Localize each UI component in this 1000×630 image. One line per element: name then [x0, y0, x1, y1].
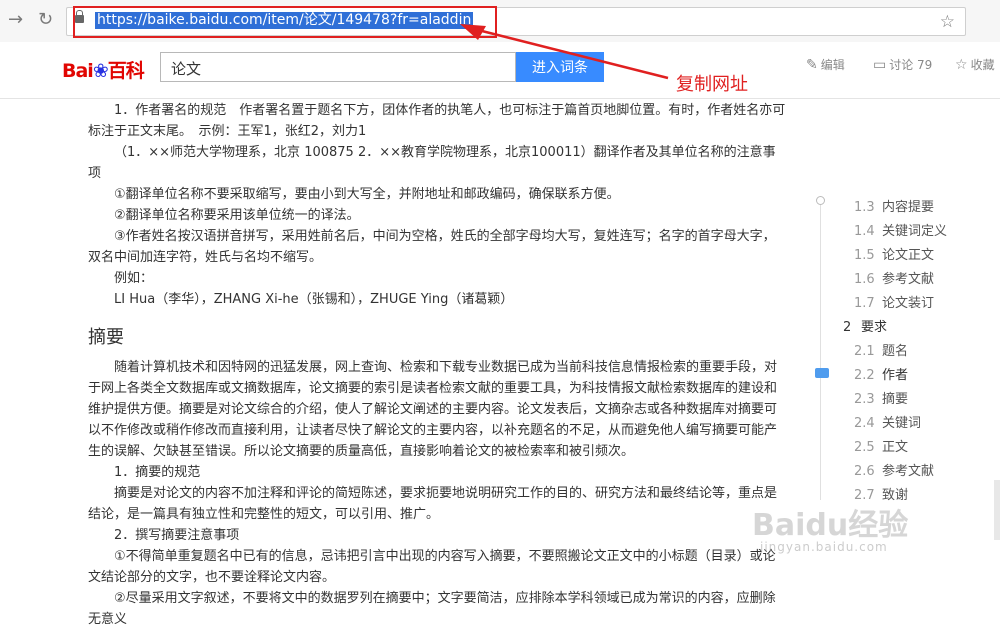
- paragraph: 摘要是对论文的内容不加注释和评论的简短陈述，要求扼要地说明研究工作的目的、研究方…: [88, 486, 778, 522]
- toc-num: 2.4: [854, 416, 875, 431]
- article-body: 1．作者署名的规范 作者署名置于题名下方，团体作者的执笔人，也可标注于篇首页地脚…: [88, 100, 788, 630]
- toc-label: 正文: [882, 440, 909, 455]
- toc-item[interactable]: 2.1 题名: [854, 340, 908, 359]
- copy-url-annotation: 复制网址: [676, 74, 748, 95]
- toc-current-marker: [815, 368, 829, 378]
- paragraph: 例如：: [114, 271, 154, 286]
- scrollbar[interactable]: [994, 480, 1000, 540]
- toc-num: 1.4: [854, 224, 875, 239]
- toc-track: [820, 200, 821, 500]
- toc-item[interactable]: 2.6 参考文献: [854, 460, 934, 479]
- toc-num: 1.6: [854, 272, 875, 287]
- toc-label: 关键词: [882, 416, 922, 431]
- toc-label: 作者: [882, 368, 909, 383]
- toc-item[interactable]: 2.4 关键词: [854, 412, 921, 431]
- paragraph: 1．作者署名的规范 作者署名置于题名下方，团体作者的执笔人，也可标注于篇首页地脚…: [88, 103, 786, 139]
- toc-item[interactable]: 1.7 论文装订: [854, 292, 934, 311]
- watermark: Baidu经验: [752, 508, 909, 543]
- paragraph: ①翻译单位名称不要采取缩写，要由小到大写全，并附地址和邮政编码，确保联系方便。: [114, 187, 620, 202]
- toc-label: 摘要: [882, 392, 909, 407]
- toc-label: 内容提要: [882, 200, 935, 215]
- toc-label: 参考文献: [882, 464, 935, 479]
- toc-item[interactable]: 2.3 摘要: [854, 388, 908, 407]
- annotation-arrow: [460, 24, 669, 80]
- paragraph: ②尽量采用文字叙述，不要将文中的数据罗列在摘要中；文字要简洁，应排除本学科领域已…: [88, 591, 776, 627]
- toc-label: 论文装订: [882, 296, 935, 311]
- subheading: 1．摘要的规范: [114, 465, 201, 480]
- paragraph: 随着计算机技术和因特网的迅猛发展，网上查询、检索和下载专业数据已成为当前科技信息…: [88, 360, 778, 459]
- toc-label: 题名: [882, 344, 909, 359]
- toc-num: 1.5: [854, 248, 875, 263]
- toc-start-dot: [816, 196, 825, 205]
- toc-num: 1.7: [854, 296, 875, 311]
- toc-item[interactable]: 1.3 内容提要: [854, 196, 934, 215]
- paragraph: ①不得简单重复题名中已有的信息，忌讳把引言中出现的内容写入摘要，不要照搬论文正文…: [88, 549, 776, 585]
- paragraph: （1．××师范大学物理系，北京 100875 2．××教育学院物理系，北京100…: [88, 145, 776, 181]
- toc-item[interactable]: 1.4 关键词定义: [854, 220, 947, 239]
- toc-num: 2.6: [854, 464, 875, 479]
- toc-item[interactable]: 1.6 参考文献: [854, 268, 934, 287]
- toc-label: 参考文献: [882, 272, 935, 287]
- toc-item-active[interactable]: 2.2 作者: [854, 364, 908, 383]
- toc-num: 2.5: [854, 440, 875, 455]
- toc-num: 2.2: [854, 368, 875, 383]
- toc-num: 2: [843, 320, 852, 335]
- paragraph: LI Hua（李华），ZHANG Xi-he（张锡和），ZHUGE Ying（诸…: [114, 292, 514, 307]
- paragraph: ③作者姓名按汉语拼音拼写，采用姓前名后，中间为空格，姓氏的全部字母均大写，复姓连…: [88, 229, 776, 265]
- subheading: 2．撰写摘要注意事项: [114, 528, 240, 543]
- toc-item[interactable]: 2 要求: [843, 316, 887, 335]
- toc-item[interactable]: 2.5 正文: [854, 436, 908, 455]
- toc-label: 论文正文: [882, 248, 935, 263]
- toc-label: 关键词定义: [882, 224, 948, 239]
- toc-label: 要求: [861, 320, 888, 335]
- toc-item[interactable]: 1.5 论文正文: [854, 244, 934, 263]
- paragraph: ②翻译单位名称要采用该单位统一的译法。: [114, 208, 360, 223]
- toc-num: 2.3: [854, 392, 875, 407]
- toc-num: 1.3: [854, 200, 875, 215]
- watermark-url: jingyan.baidu.com: [760, 540, 888, 554]
- section-heading-abstract: 摘要: [88, 327, 124, 348]
- toc-num: 2.1: [854, 344, 875, 359]
